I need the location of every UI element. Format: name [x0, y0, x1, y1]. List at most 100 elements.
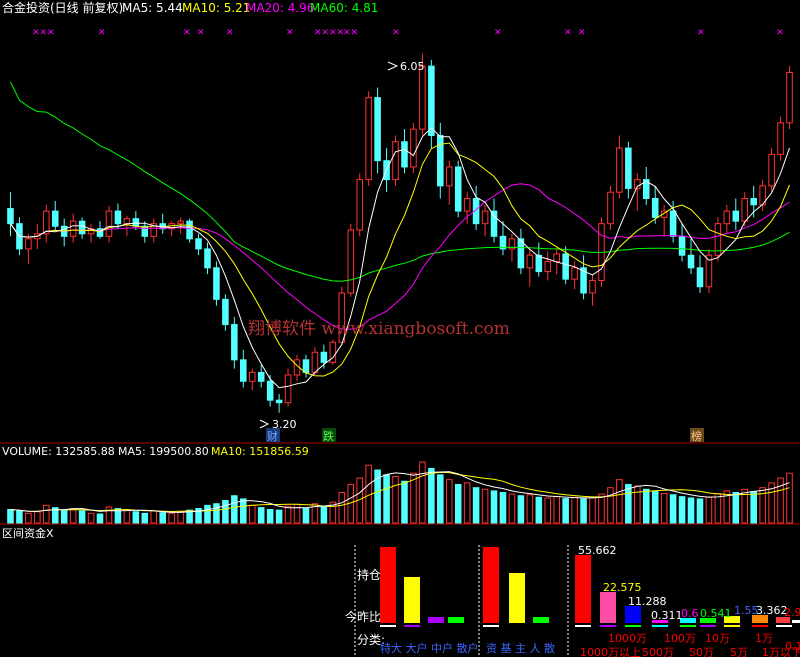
- volume-bar: [616, 479, 623, 524]
- fund-group-1-bars: [380, 547, 464, 627]
- candle-body: [553, 253, 560, 263]
- volume-bar: [231, 495, 238, 524]
- fund-bar: [509, 573, 525, 623]
- volume-bar: [240, 498, 247, 524]
- candle-body: [562, 253, 569, 280]
- volume-bar: [437, 474, 444, 524]
- candle-body: [311, 351, 319, 373]
- event-tag-bang[interactable]: 榜: [691, 429, 702, 443]
- cross-marker: ✕: [197, 28, 205, 38]
- event-tag-die[interactable]: 跌: [323, 429, 334, 443]
- cross-marker: ✕: [392, 28, 400, 38]
- candle-body: [678, 235, 686, 256]
- candle-body: [687, 254, 695, 269]
- candle-body: [347, 229, 355, 294]
- candle-body: [284, 374, 292, 404]
- size-label: 1万以下: [762, 646, 800, 657]
- stock-chart: 合金投资(日线 前复权) MA5: 5.44 MA10: 5.21 MA20: …: [0, 0, 800, 657]
- candle-body: [43, 210, 50, 235]
- candle-body: [78, 220, 86, 235]
- volume-bar: [150, 510, 158, 524]
- price-panel: 合金投资(日线 前复权) MA5: 5.44 MA10: 5.21 MA20: …: [0, 0, 800, 444]
- event-tag-cai[interactable]: 财: [267, 429, 278, 443]
- group2-labels: 资 基 主 人 散: [486, 641, 555, 655]
- size-labels: 1000万 100万 10万 1万 1000万以上 500万 50万 5万 1万…: [580, 632, 800, 657]
- candle-body: [526, 254, 534, 269]
- volume-bar: [257, 507, 265, 524]
- volume-bar: [714, 492, 722, 524]
- candle-body: [123, 218, 131, 225]
- size-label: 10万: [705, 632, 730, 645]
- candle-body: [437, 134, 444, 187]
- watermark: 翔博软件 www.xiangbosoft.com: [248, 319, 510, 339]
- fund-value: 55.662: [578, 544, 617, 557]
- candle-body: [768, 153, 775, 187]
- fund-base: [575, 625, 591, 627]
- candle-body: [777, 122, 784, 155]
- candle-body: [669, 210, 677, 237]
- candle-body: [240, 359, 247, 382]
- candle-body: [132, 218, 140, 227]
- cross-marker: ✕✕✕✕: [314, 28, 344, 38]
- size-label: 50万: [689, 646, 714, 657]
- fund-base: [752, 625, 768, 627]
- size-label: 1万: [755, 632, 773, 645]
- candle-body: [741, 197, 749, 222]
- volume-bar: [78, 510, 86, 524]
- candle-body: [222, 298, 229, 326]
- volume-ma5-label: MA5: 199500.80: [118, 445, 209, 458]
- volume-bar: [732, 492, 740, 524]
- fund-value: 0.6: [681, 607, 699, 620]
- volume-bar: [481, 488, 489, 524]
- candle-body: [275, 399, 283, 404]
- volume-bar: [141, 512, 149, 524]
- volume-bar: [508, 493, 516, 524]
- candle-body: [7, 208, 14, 225]
- size-label: 5万: [730, 646, 748, 657]
- fund-base: [776, 625, 792, 627]
- candle-body: [490, 210, 498, 237]
- fund-value: 0.311: [651, 609, 683, 622]
- ma10-label: MA10: 5.21: [182, 1, 250, 15]
- fund-bar: [448, 617, 464, 623]
- volume-bar: [87, 512, 95, 524]
- fund-base: [600, 625, 616, 627]
- volume-bar: [159, 512, 166, 524]
- volume-bar: [383, 474, 390, 524]
- candle-body: [320, 351, 328, 363]
- candle-body: [392, 141, 399, 181]
- fund-bar: [792, 620, 800, 623]
- fund-panel-title: 区间资金X: [2, 526, 54, 540]
- candle-body: [616, 147, 623, 193]
- volume-bar: [69, 508, 77, 524]
- candle-body: [544, 261, 552, 273]
- candle-body: [51, 210, 59, 227]
- volume-bar: [320, 506, 328, 524]
- candle-body: [195, 238, 202, 250]
- candle-body: [419, 65, 426, 130]
- volume-bar: [705, 496, 713, 524]
- volume-bar: [589, 497, 596, 524]
- high-label: 6.05: [400, 60, 425, 73]
- volume-bar: [687, 497, 695, 524]
- volume-bar: [275, 509, 283, 524]
- cross-marker: ✕: [776, 28, 784, 38]
- candle-body: [750, 197, 757, 206]
- fund-bar: [575, 555, 591, 623]
- volume-bar: [642, 488, 650, 524]
- cross-marker: ✕: [98, 28, 106, 38]
- volume-bar: [7, 509, 14, 524]
- volume-bar: [96, 513, 104, 524]
- candle-body: [732, 210, 740, 222]
- stock-title: 合金投资(日线 前复权): [2, 0, 123, 15]
- volume-bar: [607, 487, 614, 524]
- candle-body: [266, 380, 274, 401]
- price-header: 合金投资(日线 前复权) MA5: 5.44 MA10: 5.21 MA20: …: [2, 0, 378, 15]
- volume-bar: [213, 503, 220, 524]
- volume-header: VOLUME: 132585.88 MA5: 199500.80 MA10: 1…: [2, 445, 309, 458]
- candle-body: [356, 179, 363, 231]
- candle-body: [454, 166, 462, 212]
- volume-bar: [43, 504, 50, 524]
- candle-body: [25, 238, 32, 250]
- candle-body: [401, 141, 408, 168]
